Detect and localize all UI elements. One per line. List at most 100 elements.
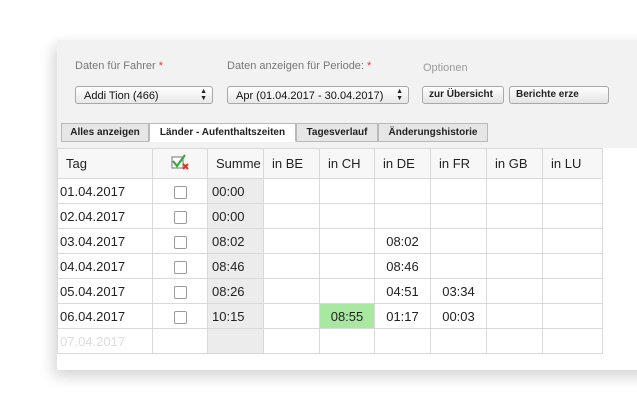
row-checkbox[interactable] — [152, 328, 208, 354]
col-header-be[interactable]: in BE — [263, 148, 320, 179]
checkbox-check-x-icon — [171, 154, 189, 170]
row-checkbox[interactable] — [152, 278, 208, 304]
table-row-partial: 07.04.2017 — [57, 328, 603, 354]
gb-cell — [486, 303, 543, 329]
fr-cell — [430, 178, 487, 204]
report-panel: Daten für Fahrer * Daten anzeigen für Per… — [57, 40, 637, 370]
table-row: 03.04.2017 08:02 08:02 — [57, 228, 603, 254]
fr-cell: 03:34 — [430, 278, 487, 304]
day-cell: 01.04.2017 — [57, 178, 153, 204]
de-cell: 04:51 — [374, 278, 431, 304]
row-checkbox[interactable] — [152, 253, 208, 279]
table-row: 05.04.2017 08:26 04:51 03:34 — [57, 278, 603, 304]
tab-change-history[interactable]: Änderungshistorie — [378, 123, 488, 142]
de-cell: 08:46 — [374, 253, 431, 279]
sum-cell — [207, 328, 264, 354]
ch-cell — [319, 178, 375, 204]
table-row: 02.04.2017 00:00 — [57, 203, 603, 229]
fr-cell — [430, 203, 487, 229]
sum-cell: 08:26 — [207, 278, 264, 304]
sum-cell: 00:00 — [207, 203, 264, 229]
table-row: 01.04.2017 00:00 — [57, 178, 603, 204]
fr-cell — [430, 328, 487, 354]
be-cell — [263, 203, 320, 229]
be-cell — [263, 178, 320, 204]
day-cell: 07.04.2017 — [57, 328, 153, 354]
de-cell — [374, 178, 431, 204]
row-checkbox[interactable] — [152, 303, 208, 329]
day-cell: 03.04.2017 — [57, 228, 153, 254]
day-cell: 04.04.2017 — [57, 253, 153, 279]
de-cell: 08:02 — [374, 228, 431, 254]
gb-cell — [486, 228, 543, 254]
screenshot-stage: Daten für Fahrer * Daten anzeigen für Per… — [0, 0, 637, 400]
driver-label: Daten für Fahrer * — [75, 60, 163, 72]
ch-cell — [319, 228, 375, 254]
col-header-gb[interactable]: in GB — [486, 148, 543, 179]
ch-cell — [319, 203, 375, 229]
fr-cell: 00:03 — [430, 303, 487, 329]
sum-cell: 10:15 — [207, 303, 264, 329]
select-arrows-icon: ▲ ▼ — [200, 88, 207, 102]
de-cell: 01:17 — [374, 303, 431, 329]
options-label: Optionen — [423, 62, 468, 74]
lu-cell — [542, 178, 603, 204]
lu-cell — [542, 228, 603, 254]
period-select-value: Apr (01.04.2017 - 30.04.2017) — [236, 90, 384, 102]
gb-cell — [486, 328, 543, 354]
day-cell: 06.04.2017 — [57, 303, 153, 329]
gb-cell — [486, 203, 543, 229]
lu-cell — [542, 303, 603, 329]
tab-day-history[interactable]: Tagesverlauf — [296, 123, 378, 142]
period-select[interactable]: Apr (01.04.2017 - 30.04.2017) ▲ ▼ — [227, 86, 409, 104]
lu-cell — [542, 203, 603, 229]
table-row: 06.04.2017 10:15 08:55 01:17 00:03 — [57, 303, 603, 329]
sum-cell: 08:02 — [207, 228, 264, 254]
col-header-fr[interactable]: in FR — [430, 148, 487, 179]
col-header-select[interactable] — [152, 148, 208, 179]
country-times-table: Tag Summe in BE in CH in DE in FR in GB … — [57, 148, 603, 354]
driver-select[interactable]: Addi Tion (466) ▲ ▼ — [75, 86, 213, 104]
row-checkbox[interactable] — [152, 228, 208, 254]
be-cell — [263, 278, 320, 304]
sum-cell: 08:46 — [207, 253, 264, 279]
gb-cell — [486, 253, 543, 279]
ch-cell — [319, 278, 375, 304]
row-checkbox[interactable] — [152, 178, 208, 204]
col-header-de[interactable]: in DE — [374, 148, 431, 179]
ch-cell-highlighted: 08:55 — [319, 303, 375, 329]
period-label: Daten anzeigen für Periode: * — [227, 60, 372, 72]
fr-cell — [430, 253, 487, 279]
lu-cell — [542, 278, 603, 304]
gb-cell — [486, 278, 543, 304]
be-cell — [263, 328, 320, 354]
be-cell — [263, 228, 320, 254]
reports-button[interactable]: Berichte erze — [509, 86, 609, 104]
lu-cell — [542, 253, 603, 279]
be-cell — [263, 303, 320, 329]
table-header-row: Tag Summe in BE in CH in DE in FR in GB … — [57, 148, 603, 179]
ch-cell — [319, 328, 375, 354]
be-cell — [263, 253, 320, 279]
de-cell — [374, 328, 431, 354]
col-header-sum[interactable]: Summe — [207, 148, 264, 179]
row-checkbox[interactable] — [152, 203, 208, 229]
tab-country-times[interactable]: Länder - Aufenthaltszeiten — [149, 123, 296, 142]
de-cell — [374, 203, 431, 229]
ch-cell — [319, 253, 375, 279]
day-cell: 02.04.2017 — [57, 203, 153, 229]
lu-cell — [542, 328, 603, 354]
col-header-lu[interactable]: in LU — [542, 148, 603, 179]
fr-cell — [430, 228, 487, 254]
overview-button[interactable]: zur Übersicht — [422, 86, 504, 104]
day-cell: 05.04.2017 — [57, 278, 153, 304]
gb-cell — [486, 178, 543, 204]
tab-show-all[interactable]: Alles anzeigen — [61, 123, 149, 142]
col-header-ch[interactable]: in CH — [319, 148, 375, 179]
data-grid: Tag Summe in BE in CH in DE in FR in GB … — [57, 148, 637, 370]
select-arrows-icon: ▲ ▼ — [396, 88, 403, 102]
tab-bar: Alles anzeigen Länder - Aufenthaltszeite… — [57, 121, 637, 143]
col-header-day[interactable]: Tag — [57, 148, 153, 179]
driver-select-value: Addi Tion (466) — [84, 90, 159, 102]
table-row: 04.04.2017 08:46 08:46 — [57, 253, 603, 279]
